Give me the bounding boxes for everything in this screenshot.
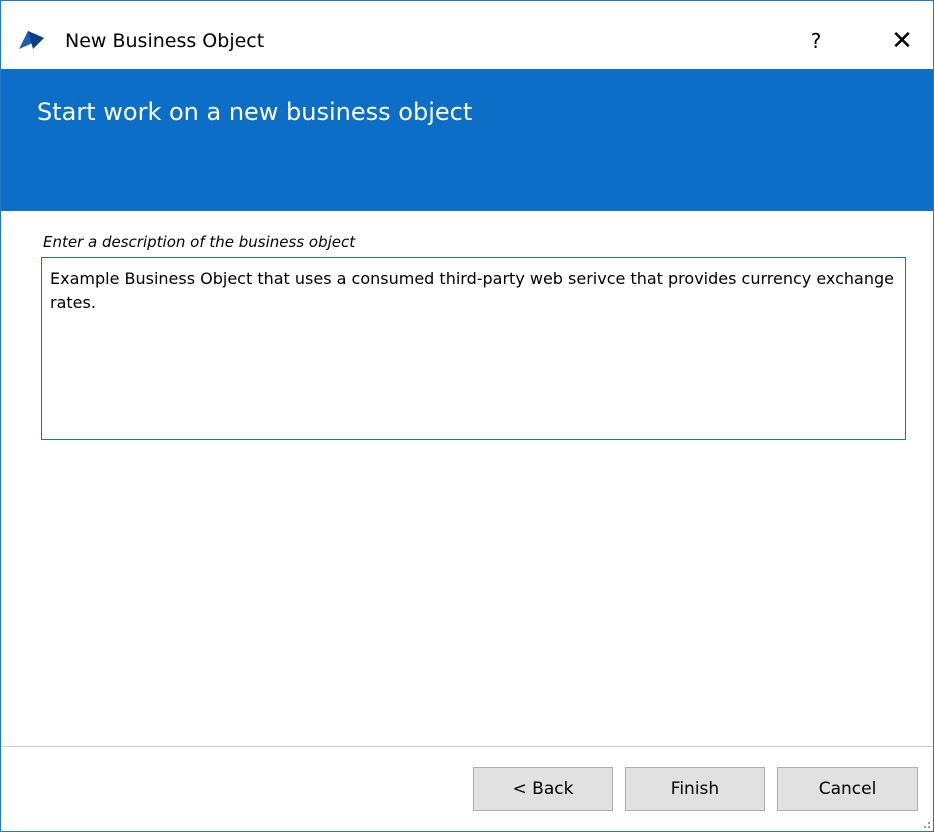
dialog-window: New Business Object ? ✕ Start work on a … (0, 0, 934, 832)
cancel-button[interactable]: Cancel (777, 767, 918, 811)
close-button[interactable]: ✕ (881, 23, 923, 59)
finish-button[interactable]: Finish (625, 767, 765, 811)
window-title: New Business Object (65, 30, 265, 52)
description-textarea[interactable]: Example Business Object that uses a cons… (41, 257, 906, 440)
app-logo-icon (19, 31, 44, 49)
back-button[interactable]: < Back (473, 767, 613, 811)
resize-grip-icon[interactable] (919, 817, 931, 829)
title-bar: New Business Object ? ✕ (1, 1, 933, 69)
help-button[interactable]: ? (796, 25, 836, 57)
banner-title: Start work on a new business object (37, 98, 473, 126)
description-label: Enter a description of the business obje… (43, 233, 356, 251)
footer-divider (1, 746, 933, 747)
header-banner: Start work on a new business object (1, 69, 933, 211)
